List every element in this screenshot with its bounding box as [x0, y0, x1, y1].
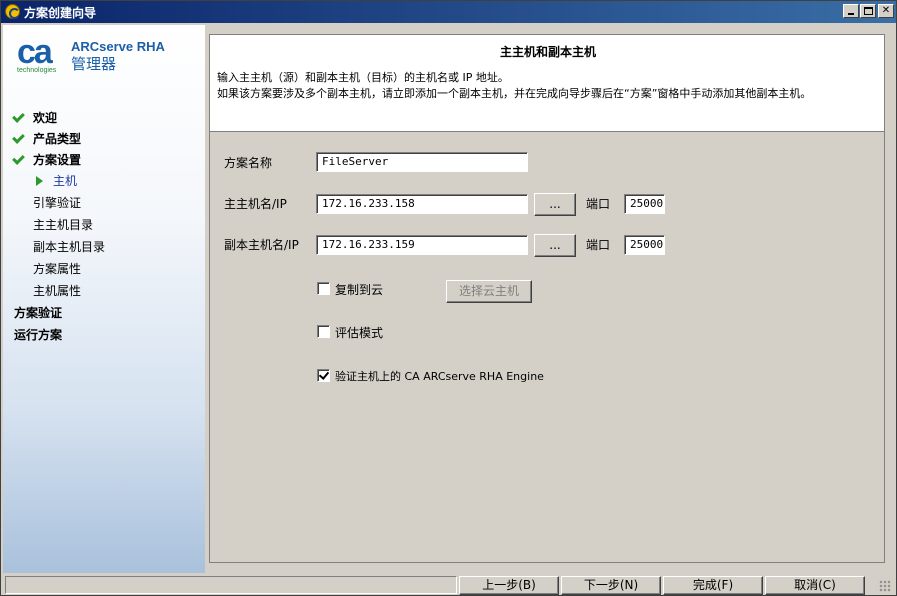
host-form: 方案名称 FileServer 主主机名/IP 172.16.233.158 .… [209, 132, 885, 563]
status-field [5, 576, 457, 594]
check-icon [12, 152, 25, 165]
master-port-input[interactable]: 25000 [624, 194, 665, 214]
check-icon [12, 110, 25, 123]
close-button[interactable]: ✕ [878, 4, 894, 18]
master-host-input[interactable]: 172.16.233.158 [316, 194, 528, 214]
maximize-button[interactable] [860, 4, 876, 18]
minimize-button[interactable] [843, 4, 859, 18]
replica-browse-button[interactable]: ... [534, 234, 576, 257]
maximize-icon [864, 7, 873, 15]
wizard-sidebar: ca technologies ARCserve RHA 管理器 欢迎 产品类型… [3, 25, 205, 573]
scenario-name-label: 方案名称 [224, 156, 273, 170]
step-product-type[interactable]: 产品类型 [3, 129, 203, 149]
window-title: 方案创建向导 [24, 6, 97, 20]
step-scenario-setup[interactable]: 方案设置 [3, 150, 203, 170]
step-header: 主主机和副本主机 输入主主机（源）和副本主机（目标）的主机名或 IP 地址。 如… [209, 34, 885, 132]
next-button[interactable]: 下一步(N) [561, 576, 661, 595]
resize-grip-icon[interactable] [879, 580, 891, 592]
step-master-directories[interactable]: 主主机目录 [3, 215, 203, 235]
step-hosts[interactable]: 主机 [3, 171, 203, 191]
master-browse-button[interactable]: ... [534, 193, 576, 216]
brand-name: ARCserve RHA [71, 39, 165, 54]
master-port-label: 端口 [586, 197, 611, 211]
replica-port-input[interactable]: 25000 [624, 235, 665, 255]
title-bar[interactable]: 方案创建向导 ✕ [1, 1, 896, 23]
wizard-footer: 上一步(B) 下一步(N) 完成(F) 取消(C) [3, 575, 894, 595]
replica-port-label: 端口 [586, 238, 611, 252]
brand-subtitle: 管理器 [71, 55, 117, 73]
finish-button[interactable]: 完成(F) [663, 576, 763, 595]
verify-engine-checkbox[interactable] [317, 369, 330, 382]
ca-logo: ca technologies [17, 33, 57, 74]
check-icon [12, 131, 25, 144]
step-note: 如果该方案要涉及多个副本主机，请立即添加一个副本主机，并在完成向导步骤后在“方案… [217, 87, 812, 100]
current-step-arrow-icon [36, 176, 43, 186]
app-icon [5, 4, 20, 19]
step-welcome[interactable]: 欢迎 [3, 108, 203, 128]
master-host-label: 主主机名/IP [224, 197, 287, 211]
cancel-button[interactable]: 取消(C) [765, 576, 865, 595]
step-scenario-properties[interactable]: 方案属性 [3, 259, 203, 279]
step-host-properties[interactable]: 主机属性 [3, 281, 203, 301]
wizard-window: 方案创建向导 ✕ ca technologies ARCserve RHA 管理… [0, 0, 897, 596]
scenario-name-input[interactable]: FileServer [316, 152, 528, 172]
step-scenario-verification[interactable]: 方案验证 [3, 303, 203, 323]
replica-host-input[interactable]: 172.16.233.159 [316, 235, 528, 255]
step-run-scenario[interactable]: 运行方案 [3, 325, 203, 345]
back-button[interactable]: 上一步(B) [459, 576, 559, 595]
verify-engine-label: 验证主机上的 CA ARCserve RHA Engine [335, 370, 544, 383]
step-replica-directories[interactable]: 副本主机目录 [3, 237, 203, 257]
select-cloud-host-button[interactable]: 选择云主机 [446, 280, 532, 303]
step-description: 输入主主机（源）和副本主机（目标）的主机名或 IP 地址。 [217, 71, 509, 84]
close-icon: ✕ [881, 5, 891, 16]
assessment-mode-label: 评估模式 [335, 326, 384, 340]
replicate-to-cloud-checkbox[interactable] [317, 282, 330, 295]
replica-host-label: 副本主机名/IP [224, 238, 299, 252]
minimize-icon [848, 13, 854, 15]
step-title: 主主机和副本主机 [499, 45, 596, 59]
step-engine-verification[interactable]: 引擎验证 [3, 193, 203, 213]
assessment-mode-checkbox[interactable] [317, 325, 330, 338]
replicate-to-cloud-label: 复制到云 [335, 283, 384, 297]
